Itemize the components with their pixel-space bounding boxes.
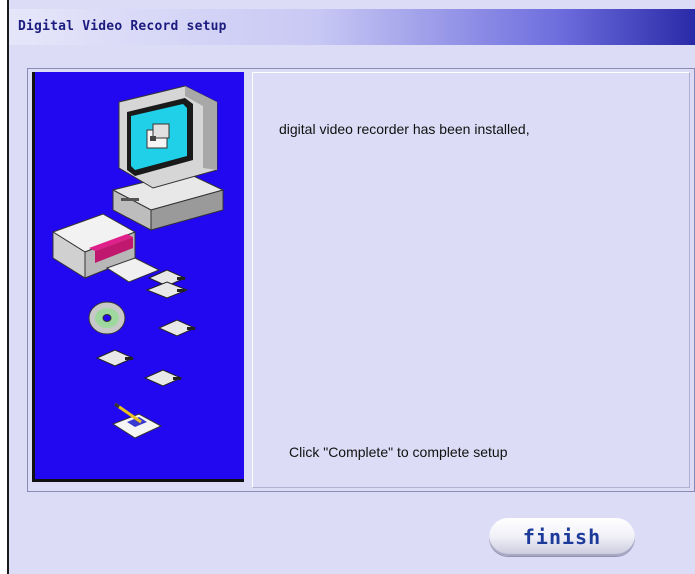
- content-frame: digital video recorder has been installe…: [27, 68, 695, 492]
- installed-message: digital video recorder has been installe…: [279, 121, 530, 137]
- side-illustration-panel: [32, 72, 244, 482]
- setup-illustration: [51, 85, 225, 439]
- finish-button[interactable]: finish: [489, 518, 635, 556]
- message-pane: digital video recorder has been installe…: [252, 72, 690, 488]
- computer-icon: [111, 85, 225, 231]
- document-pen-icon: [111, 402, 163, 439]
- complete-hint: Click "Complete" to complete setup: [289, 444, 508, 460]
- window-title: Digital Video Record setup: [18, 19, 227, 34]
- title-bar[interactable]: Digital Video Record setup: [9, 9, 695, 45]
- compact-disc-icon: [88, 301, 126, 335]
- setup-dialog: Digital Video Record setup digital video…: [7, 0, 695, 574]
